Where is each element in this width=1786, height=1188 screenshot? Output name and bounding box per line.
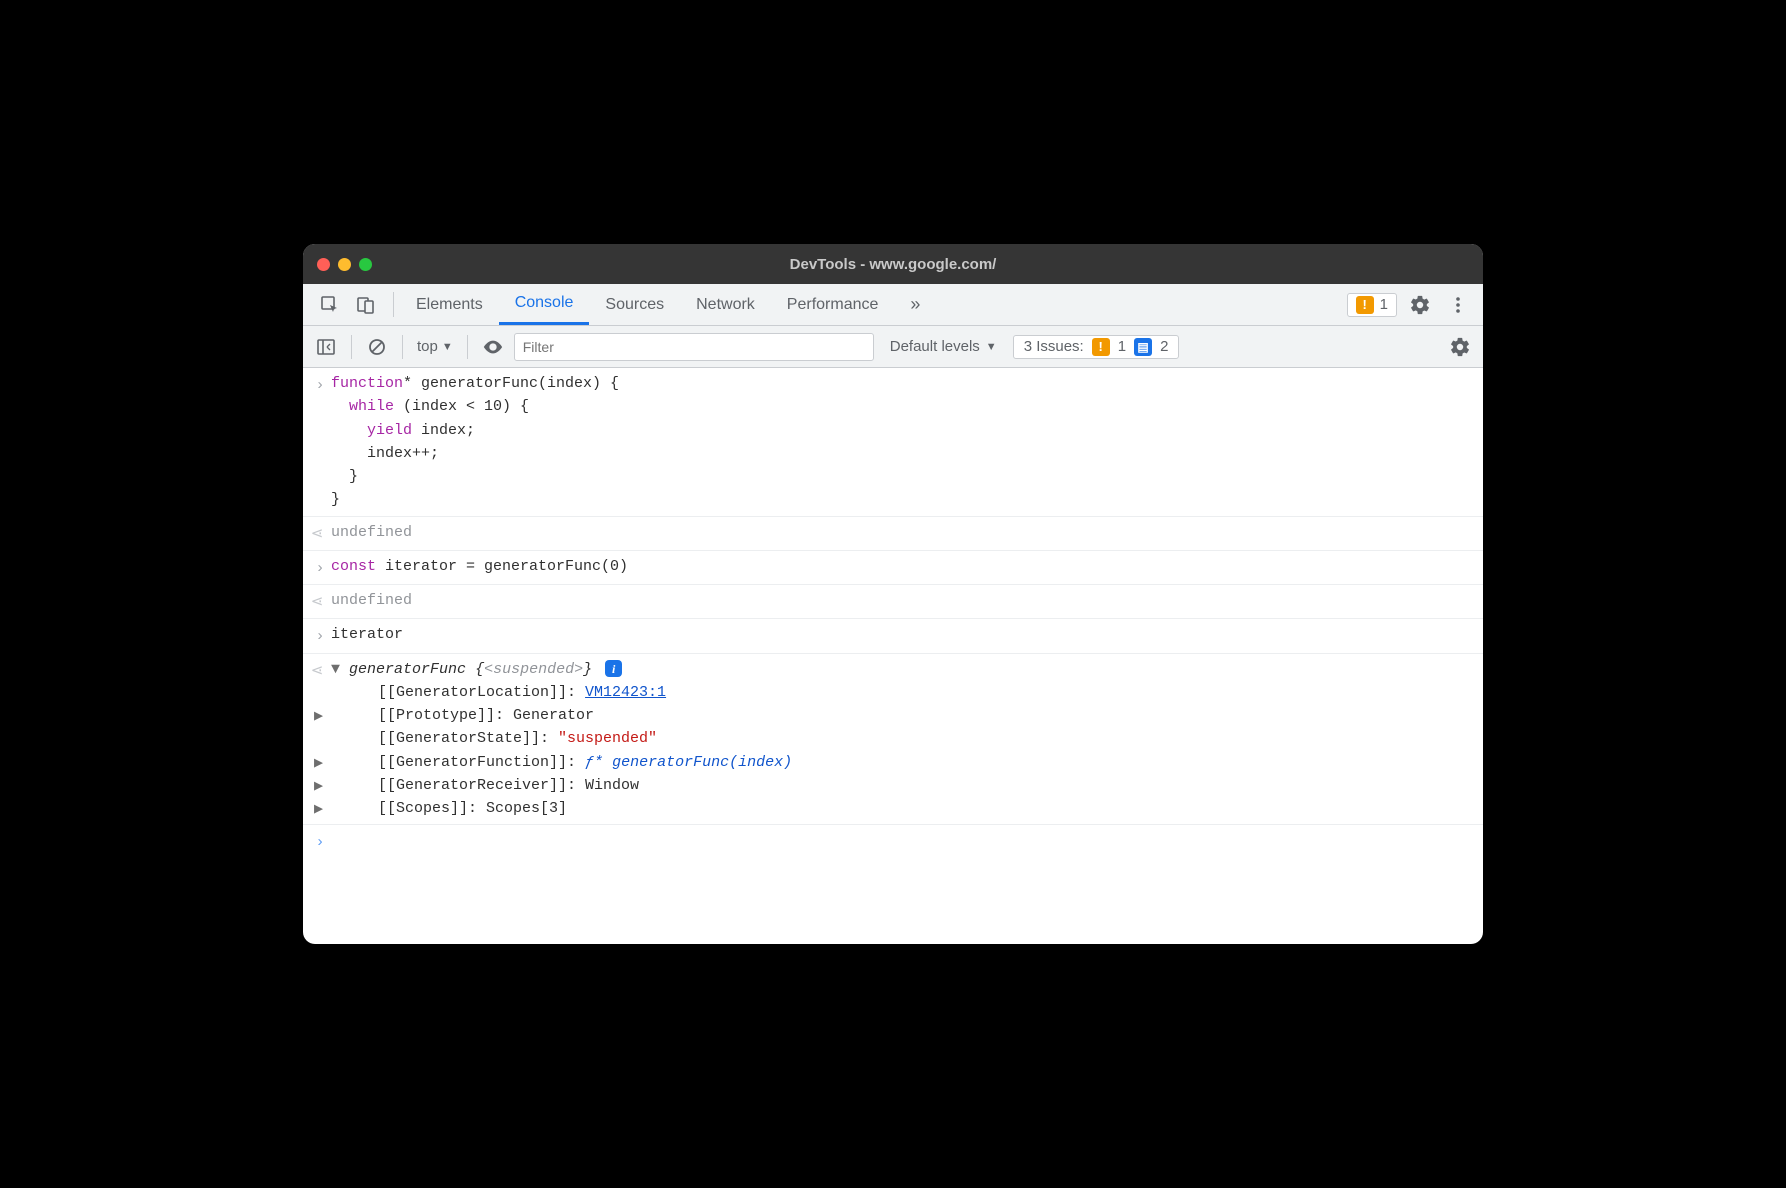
dropdown-triangle-icon: ▼: [442, 341, 453, 353]
object-property[interactable]: [[GeneratorLocation]]: VM12423:1: [331, 681, 1473, 704]
input-chevron-icon: ›: [315, 625, 324, 648]
filter-input[interactable]: [514, 333, 874, 361]
prop-key: [[GeneratorLocation]]: [378, 684, 567, 701]
zoom-window-button[interactable]: [359, 258, 372, 271]
prompt-chevron-icon: ›: [315, 831, 324, 854]
source-link[interactable]: VM12423:1: [585, 684, 666, 701]
expand-triangle-icon[interactable]: ▶: [314, 752, 323, 775]
warning-icon: !: [1092, 338, 1110, 356]
issues-label: 3 Issues:: [1024, 338, 1084, 355]
prop-value: Generator: [513, 707, 594, 724]
context-label: top: [417, 338, 438, 355]
expand-triangle-icon[interactable]: ▶: [314, 775, 323, 798]
execution-context-selector[interactable]: top ▼: [413, 338, 457, 355]
levels-label: Default levels: [890, 338, 980, 355]
input-chevron-icon: ›: [315, 557, 324, 580]
tab-performance[interactable]: Performance: [771, 284, 895, 325]
prop-value: Window: [585, 777, 639, 794]
info-icon[interactable]: i: [605, 660, 622, 677]
console-output-row: ⋖ undefined: [303, 585, 1483, 619]
close-window-button[interactable]: [317, 258, 330, 271]
console-input-code: const iterator = generatorFunc(0): [331, 555, 1473, 578]
object-property[interactable]: ▶ [[GeneratorFunction]]: ƒ* generatorFun…: [331, 751, 1473, 774]
issues-warn-count: 1: [1118, 338, 1126, 355]
output-chevron-icon: ⋖: [311, 523, 324, 546]
object-property[interactable]: ▶ [[Scopes]]: Scopes[3]: [331, 797, 1473, 820]
tabs-bar: Elements Console Sources Network Perform…: [303, 284, 1483, 326]
message-icon: ▤: [1134, 338, 1152, 356]
console-sidebar-toggle-icon[interactable]: [311, 332, 341, 362]
prop-key: [[Prototype]]: [378, 707, 495, 724]
console-output-value: undefined: [331, 521, 1473, 544]
console-prompt-row[interactable]: ›: [303, 824, 1483, 858]
collapse-triangle-icon[interactable]: ▼: [331, 658, 340, 681]
prop-value: generatorFunc(index): [612, 754, 792, 771]
output-chevron-icon: ⋖: [311, 660, 324, 683]
inspect-element-icon[interactable]: [315, 290, 345, 320]
object-property[interactable]: [[GeneratorState]]: "suspended": [331, 727, 1473, 750]
console-output-row: ⋖ ▼ generatorFunc {<suspended>} i [[Gene…: [303, 654, 1483, 825]
prop-key: [[GeneratorReceiver]]: [378, 777, 567, 794]
console-input-row: › const iterator = generatorFunc(0): [303, 551, 1483, 585]
prop-key: [[GeneratorFunction]]: [378, 754, 567, 771]
console-output[interactable]: › function* generatorFunc(index) { while…: [303, 368, 1483, 944]
input-chevron-icon: ›: [315, 374, 324, 397]
console-input-code: iterator: [331, 623, 1473, 646]
console-output-row: ⋖ undefined: [303, 517, 1483, 551]
prop-key: [[Scopes]]: [378, 800, 468, 817]
object-header[interactable]: ▼ generatorFunc {<suspended>} i: [331, 658, 1473, 681]
output-chevron-icon: ⋖: [311, 591, 324, 614]
console-input-code: function* generatorFunc(index) { while (…: [331, 372, 1473, 512]
tab-elements[interactable]: Elements: [400, 284, 499, 325]
clear-console-icon[interactable]: [362, 332, 392, 362]
tabs-overflow-button[interactable]: »: [894, 284, 936, 325]
issues-badge-count: 1: [1380, 296, 1388, 313]
console-input-row: › iterator: [303, 619, 1483, 653]
tab-sources[interactable]: Sources: [589, 284, 680, 325]
live-expression-eye-icon[interactable]: [478, 332, 508, 362]
object-expanded: ▼ generatorFunc {<suspended>} i [[Genera…: [331, 658, 1473, 821]
issues-info-count: 2: [1160, 338, 1168, 355]
console-settings-gear-icon[interactable]: [1445, 332, 1475, 362]
settings-gear-icon[interactable]: [1405, 290, 1435, 320]
console-output-value: undefined: [331, 589, 1473, 612]
tab-network[interactable]: Network: [680, 284, 771, 325]
device-toolbar-icon[interactable]: [351, 290, 381, 320]
panel-tabs: Elements Console Sources Network Perform…: [400, 284, 936, 325]
devtools-window: DevTools - www.google.com/ Elements Cons…: [303, 244, 1483, 944]
console-input-row: › function* generatorFunc(index) { while…: [303, 368, 1483, 517]
object-property[interactable]: ▶ [[GeneratorReceiver]]: Window: [331, 774, 1473, 797]
log-level-selector[interactable]: Default levels ▼: [890, 338, 997, 355]
prop-value: Scopes[3]: [486, 800, 567, 817]
more-menu-icon[interactable]: [1443, 290, 1473, 320]
window-title: DevTools - www.google.com/: [303, 256, 1483, 273]
object-property[interactable]: ▶ [[Prototype]]: Generator: [331, 704, 1473, 727]
expand-triangle-icon[interactable]: ▶: [314, 798, 323, 821]
tab-console[interactable]: Console: [499, 284, 590, 325]
dropdown-triangle-icon: ▼: [986, 341, 997, 353]
window-controls: [317, 258, 372, 271]
issues-button[interactable]: 3 Issues: ! 1 ▤ 2: [1013, 335, 1180, 359]
issues-badge[interactable]: ! 1: [1347, 293, 1397, 317]
console-toolbar: top ▼ Default levels ▼ 3 Issues: ! 1 ▤ 2: [303, 326, 1483, 368]
prop-value: "suspended": [558, 730, 657, 747]
object-class-name: generatorFunc: [349, 661, 475, 678]
object-state-hint: <suspended>: [484, 661, 583, 678]
titlebar: DevTools - www.google.com/: [303, 244, 1483, 284]
prop-key: [[GeneratorState]]: [378, 730, 540, 747]
warning-icon: !: [1356, 296, 1374, 314]
minimize-window-button[interactable]: [338, 258, 351, 271]
expand-triangle-icon[interactable]: ▶: [314, 705, 323, 728]
